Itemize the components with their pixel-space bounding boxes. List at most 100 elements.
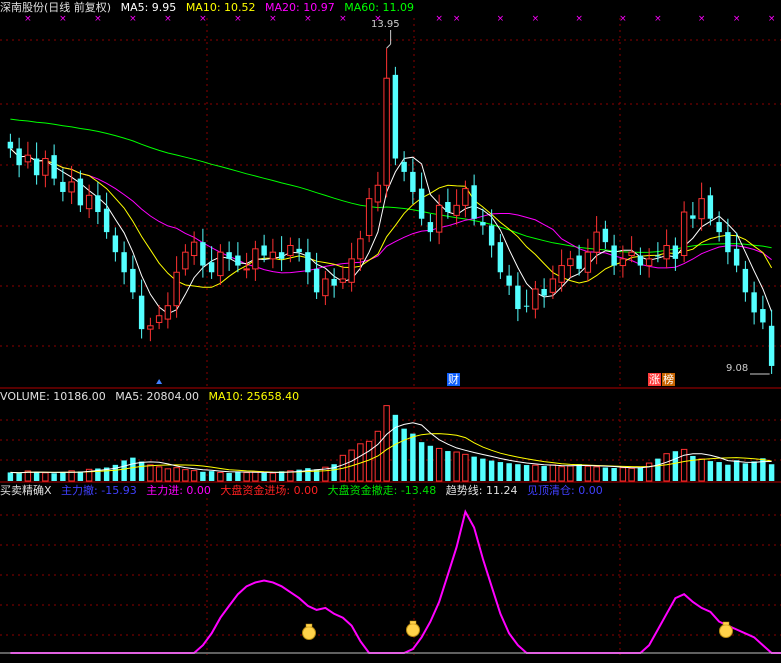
candle-body [401,161,407,172]
candle-body [269,251,277,260]
candle-body [296,248,302,253]
candle-body [453,204,460,216]
low-price-label: 9.08 [726,363,749,374]
volume-bar [243,472,250,482]
candle-body [348,258,355,283]
volume-bar [112,464,119,481]
signal-marker: × [654,14,662,24]
candle-body [515,285,521,310]
candle-body [435,204,443,233]
candle-body [480,222,486,226]
volume-bar [707,461,714,481]
volume-bar [190,470,198,482]
signal-marker: × [733,14,741,24]
volume-header: VOLUME: 10186.00 MA5: 20804.00 MA10: 256… [0,389,305,405]
candle-body [523,305,530,307]
volume-bar [51,473,57,481]
candle-body [576,255,582,269]
candle-body [567,258,574,267]
volume-bar [742,463,749,481]
volume-bar [235,471,241,481]
candle-body [593,231,600,253]
candle-body [488,225,495,246]
volume-bar [7,472,14,481]
candle-body [445,202,451,213]
signal-marker: × [768,14,776,24]
candle-body [130,268,136,293]
candle-body [365,198,373,236]
volume-bar [733,460,740,481]
candle-body [742,268,749,293]
volume-bar [523,465,530,481]
candle-body [541,288,547,296]
candle-body [532,288,539,310]
high-price-label: 13.95 [371,19,400,30]
price-header: 深南股份(日线 前复权) MA5: 9.95 MA10: 10.52 MA20:… [0,0,420,16]
volume-bar [471,456,477,481]
candle-body [331,278,337,286]
volume-bar [33,471,40,481]
volume-bar [549,464,557,482]
candle-body [707,195,714,219]
candle-body [751,292,757,313]
limit-up-badge[interactable]: 涨 [648,373,661,386]
volume-bar [435,447,443,482]
candle-body [7,141,14,149]
volume-ma10-label: MA10: 25658.40 [208,390,300,403]
stock-title: 深南股份(日线 前复权) [0,1,112,14]
volume-bar [462,453,469,482]
volume-bar [121,460,127,481]
candle-body [655,255,661,257]
finance-badge[interactable]: 财 [447,373,460,386]
candle-body [51,155,57,179]
candle-body [16,148,22,166]
volume-bar [698,458,705,482]
candle-body [147,325,154,330]
candle-body [383,77,390,186]
volume-bar [418,442,425,481]
candle-body [68,181,75,193]
candle-body [628,251,635,257]
money-bag-icon [302,626,316,640]
candle-body [77,178,84,206]
money-bag-icon [722,621,730,626]
volume-bar [716,462,722,481]
event-arrow-marker [156,379,163,384]
volume-bar [392,414,399,481]
volume-bar [453,451,460,482]
candle-body [506,275,512,286]
ranking-badge[interactable]: 榜 [662,373,675,386]
volume-bar [576,464,582,481]
candle-body [313,268,320,293]
candle-body [278,252,285,259]
candle-body [200,242,206,266]
volume-bar [725,464,731,481]
volume-bar [147,464,154,482]
candle-body [584,251,592,273]
volume-bar [558,466,565,482]
candle-body [645,258,653,267]
volume-bar [628,467,635,482]
candle-body [322,278,329,297]
candle-body [24,154,32,163]
volume-bar [515,464,521,481]
candle-body [33,158,40,176]
candle-body [619,258,627,267]
volume-bar [164,468,172,482]
candle-body [85,194,93,210]
volume-bar [138,461,145,481]
money-bag-icon [719,624,733,638]
candle-body [374,184,382,203]
candle-body [173,271,180,307]
main-out-line [10,509,781,654]
signal-marker: × [453,14,461,24]
candle-body [208,262,215,273]
candle-body [497,242,504,273]
signal-marker: × [619,14,627,24]
candle-body [418,188,425,219]
candle-body [410,171,416,192]
money-bag-icon [406,623,420,637]
indicator-name: 买卖精确X [0,484,52,497]
candle-body [164,305,172,320]
volume-bar [672,451,679,481]
